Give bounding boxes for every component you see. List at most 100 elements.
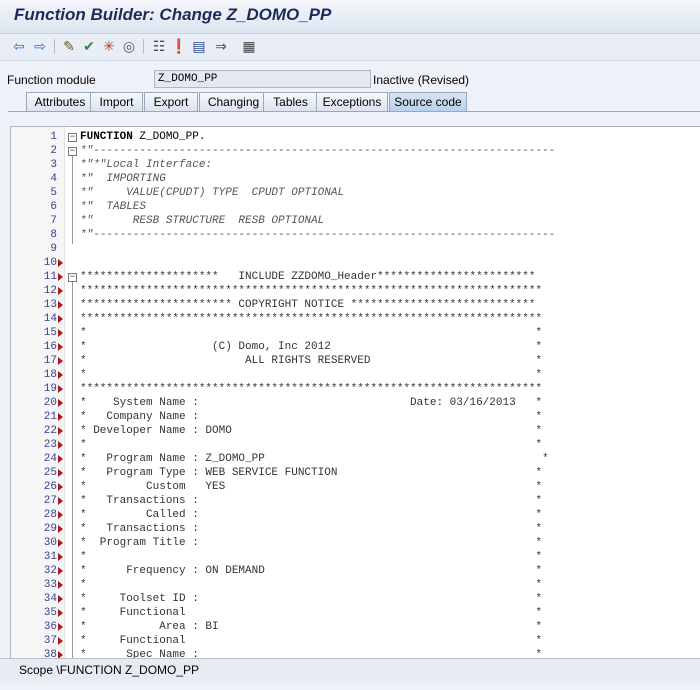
tab-export[interactable]: Export	[144, 92, 198, 112]
code-text: * *	[80, 579, 543, 591]
code-line[interactable]: 26 * Custom YES *	[11, 480, 700, 494]
hierarchy-icon[interactable]: ▦	[240, 37, 258, 55]
code-line[interactable]: 31 * *	[11, 550, 700, 564]
code-line[interactable]: 18 * *	[11, 368, 700, 382]
navigate-icon[interactable]: ⇒	[212, 37, 230, 55]
code-text: *"--------------------------------------…	[80, 145, 556, 157]
code-line[interactable]: 6 *" TABLES	[11, 200, 700, 214]
code-text: * Transactions : *	[80, 523, 543, 535]
line-marker-icon	[58, 371, 63, 379]
code-line[interactable]: 3 *"*"Local Interface:	[11, 158, 700, 172]
line-number: 1	[50, 131, 57, 143]
tab-exceptions[interactable]: Exceptions	[316, 92, 388, 112]
tab-attributes[interactable]: Attributes	[26, 92, 94, 112]
line-number: 25	[43, 467, 57, 479]
code-line[interactable]: 28 * Called : *	[11, 508, 700, 522]
where-used-icon[interactable]: ◎	[120, 37, 138, 55]
code-line[interactable]: 32 * Frequency : ON DEMAND *	[11, 564, 700, 578]
function-module-field[interactable]: Z_DOMO_PP	[154, 70, 371, 88]
code-text: * Program Name : Z_DOMO_PP *	[80, 453, 549, 465]
fold-toggle-icon[interactable]: −	[68, 147, 77, 156]
source-code-editor[interactable]: 1− FUNCTION Z_DOMO_PP. 2− *"---------------…	[10, 126, 700, 659]
code-line[interactable]: 15 * *	[11, 326, 700, 340]
function-module-label: Function module	[7, 73, 96, 87]
line-number: 31	[43, 551, 57, 563]
status-bar: Scope \FUNCTION Z_DOMO_PP	[0, 658, 700, 681]
code-line[interactable]: 4 *" IMPORTING	[11, 172, 700, 186]
line-marker-icon	[58, 455, 63, 463]
check-icon[interactable]: ✔	[80, 37, 98, 55]
line-number: 33	[43, 579, 57, 591]
code-line[interactable]: 36 * Area : BI *	[11, 620, 700, 634]
tab-changing[interactable]: Changing	[199, 92, 268, 112]
code-line[interactable]: 24 * Program Name : Z_DOMO_PP *	[11, 452, 700, 466]
code-line[interactable]: 22 * Developer Name : DOMO *	[11, 424, 700, 438]
line-marker-icon	[58, 273, 63, 281]
line-number: 27	[43, 495, 57, 507]
fold-guide	[72, 156, 73, 244]
code-line[interactable]: 13 *********************** COPYRIGHT NOTI…	[11, 298, 700, 312]
line-number: 3	[50, 159, 57, 171]
line-marker-icon	[58, 637, 63, 645]
code-line[interactable]: 21 * Company Name : *	[11, 410, 700, 424]
code-text: * *	[80, 369, 543, 381]
tab-source-code[interactable]: Source code	[389, 92, 467, 112]
line-number: 9	[50, 243, 57, 255]
line-marker-icon	[58, 343, 63, 351]
code-line[interactable]: 35 * Functional *	[11, 606, 700, 620]
code-line[interactable]: 16 * (C) Domo, Inc 2012 *	[11, 340, 700, 354]
code-line[interactable]: 23 * *	[11, 438, 700, 452]
status-text: Inactive (Revised)	[373, 73, 470, 87]
code-line[interactable]: 19 **************************************…	[11, 382, 700, 396]
code-line[interactable]: 33 * *	[11, 578, 700, 592]
breakpoint-icon[interactable]: ❗	[170, 37, 188, 55]
code-line[interactable]: 12 **************************************…	[11, 284, 700, 298]
code-line[interactable]: 1 − FUNCTION Z_DOMO_PP.	[11, 130, 700, 144]
display-change-icon[interactable]: ✎	[60, 37, 78, 55]
code-line[interactable]: 20 * System Name : Date: 03/16/2013 *	[11, 396, 700, 410]
code-line[interactable]: 7 *" RESB STRUCTURE RESB OPTIONAL	[11, 214, 700, 228]
line-number: 37	[43, 635, 57, 647]
code-line[interactable]: 8 *"-------------------------------------…	[11, 228, 700, 242]
code-text: *********************** COPYRIGHT NOTICE…	[80, 299, 536, 311]
code-line[interactable]: 29 * Transactions : *	[11, 522, 700, 536]
code-line[interactable]: 25 * Program Type : WEB SERVICE FUNCTION …	[11, 466, 700, 480]
line-number: 16	[43, 341, 57, 353]
tab-underline	[8, 111, 700, 112]
back-arrow-icon[interactable]: ⇦	[10, 37, 28, 55]
code-line[interactable]: 37 * Functional *	[11, 634, 700, 648]
code-line[interactable]: 9	[11, 242, 700, 256]
code-line[interactable]: 14 **************************************…	[11, 312, 700, 326]
line-number: 36	[43, 621, 57, 633]
code-text: FUNCTION Z_DOMO_PP.	[80, 131, 206, 143]
activate-icon[interactable]: ✳	[100, 37, 118, 55]
test-icon[interactable]: ▤	[190, 37, 208, 55]
line-number: 21	[43, 411, 57, 423]
code-line[interactable]: 34 * Toolset ID : *	[11, 592, 700, 606]
fold-toggle-icon[interactable]: −	[68, 133, 77, 142]
code-line[interactable]: 5 *" VALUE(CPUDT) TYPE CPUDT OPTIONAL	[11, 186, 700, 200]
line-marker-icon	[58, 539, 63, 547]
code-line[interactable]: 2 − *"------------------------------------…	[11, 144, 700, 158]
code-text: * Company Name : *	[80, 411, 543, 423]
line-number: 35	[43, 607, 57, 619]
line-number: 15	[43, 327, 57, 339]
line-marker-icon	[58, 259, 63, 267]
code-line[interactable]: 30 * Program Title : *	[11, 536, 700, 550]
code-line[interactable]: 10	[11, 256, 700, 270]
code-text: * Called : *	[80, 509, 543, 521]
forward-arrow-icon[interactable]: ⇨	[31, 37, 49, 55]
tab-import[interactable]: Import	[90, 92, 143, 112]
line-marker-icon	[58, 497, 63, 505]
code-line[interactable]: 17 * ALL RIGHTS RESERVED *	[11, 354, 700, 368]
line-number: 19	[43, 383, 57, 395]
code-line[interactable]: 27 * Transactions : *	[11, 494, 700, 508]
line-marker-icon	[58, 441, 63, 449]
fold-toggle-icon[interactable]: −	[68, 273, 77, 282]
code-line[interactable]: 11 − ********************* INCLUDE ZZDOMO_…	[11, 270, 700, 284]
code-text: *"--------------------------------------…	[80, 229, 556, 241]
line-number: 29	[43, 523, 57, 535]
tab-tables[interactable]: Tables	[263, 92, 318, 112]
object-list-icon[interactable]: ☷	[150, 37, 168, 55]
code-text: * (C) Domo, Inc 2012 *	[80, 341, 543, 353]
